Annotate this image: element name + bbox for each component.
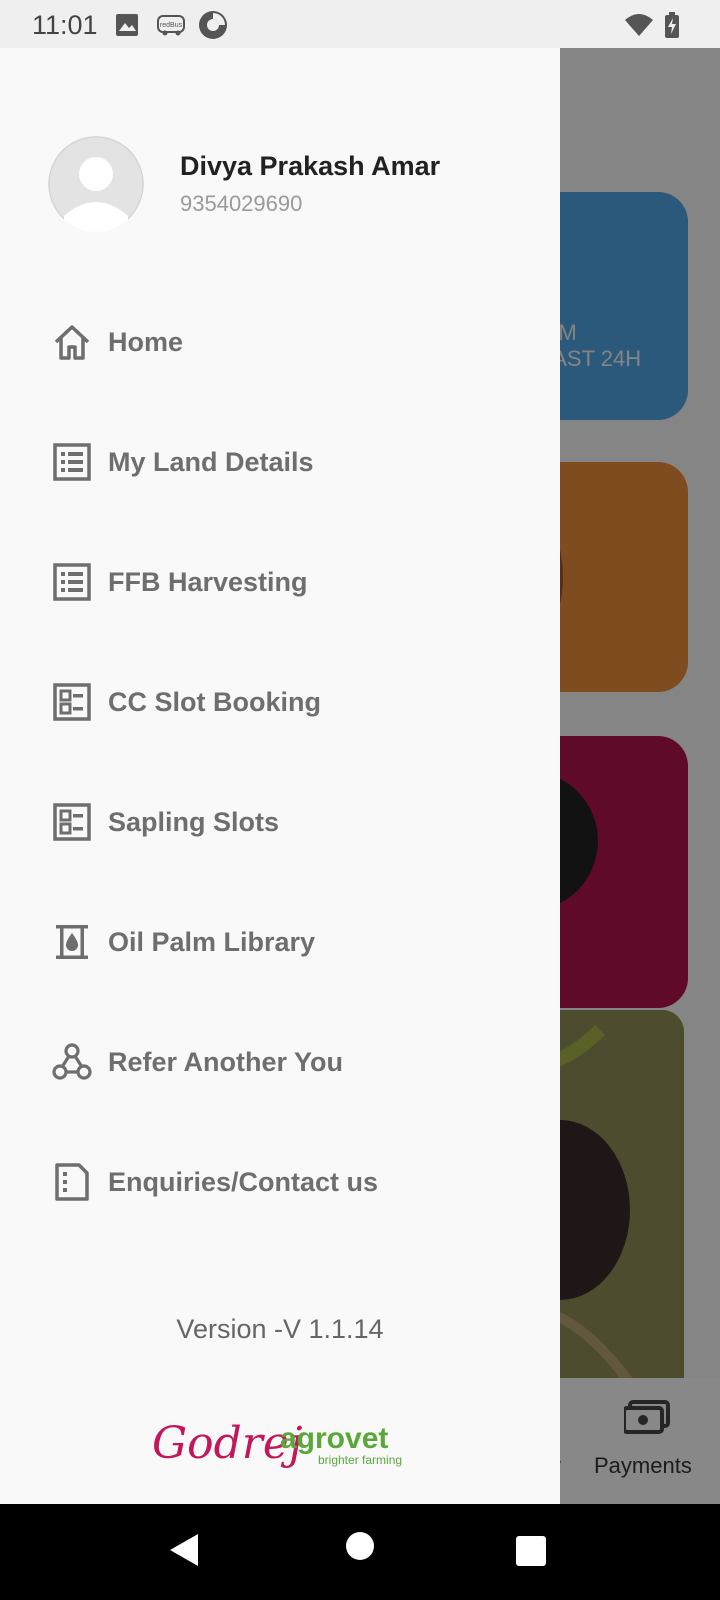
godrej-agrovet-logo: Godrej agrovet brighter farming <box>152 1418 402 1469</box>
menu-label-sapling-slots: Sapling Slots <box>108 806 280 837</box>
list-icon <box>53 563 91 601</box>
redbus-icon: redBus <box>157 15 185 36</box>
menu-label-home: Home <box>108 326 184 357</box>
system-navigation-bar <box>0 1504 720 1600</box>
menu-item-refer-another-you[interactable]: Refer Another You <box>0 1002 560 1122</box>
svg-text:brighter farming: brighter farming <box>318 1453 402 1467</box>
menu-label-oil-palm-library: Oil Palm Library <box>108 926 316 957</box>
user-phone: 9354029690 <box>180 191 303 216</box>
menu-item-ffb-harvesting[interactable]: FFB Harvesting <box>0 522 560 642</box>
recent-apps-icon[interactable] <box>516 1536 546 1566</box>
menu-label-ffb-harvesting: FFB Harvesting <box>108 566 308 597</box>
checklist-icon <box>53 683 91 721</box>
menu-label-cc-slot-booking: CC Slot Booking <box>108 686 321 717</box>
avatar[interactable] <box>48 136 144 232</box>
menu-item-sapling-slots[interactable]: Sapling Slots <box>0 762 560 882</box>
menu-item-cc-slot-booking[interactable]: CC Slot Booking <box>0 642 560 762</box>
menu-item-oil-palm-library[interactable]: Oil Palm Library <box>0 882 560 1002</box>
menu-label-my-land-details: My Land Details <box>108 446 314 477</box>
drawer-menu: Home My Land Details FFB Harvesting CC S… <box>0 282 560 1242</box>
checklist-icon <box>53 803 91 841</box>
menu-label-enquiries-contact-us: Enquiries/Contact us <box>108 1166 379 1197</box>
status-bar: 11:01 redBus <box>0 0 720 48</box>
home-icon <box>54 325 90 360</box>
share-network-icon <box>52 1043 92 1080</box>
oil-drop-icon <box>56 925 88 959</box>
wifi-icon <box>625 14 653 36</box>
battery-charging-icon <box>665 12 679 38</box>
home-circle-icon[interactable] <box>346 1532 374 1560</box>
back-icon[interactable] <box>168 1532 200 1568</box>
menu-item-home[interactable]: Home <box>0 282 560 402</box>
list-icon <box>53 443 91 481</box>
user-placeholder-icon <box>48 136 144 232</box>
user-name: Divya Prakash Amar <box>180 151 441 181</box>
menu-item-my-land-details[interactable]: My Land Details <box>0 402 560 522</box>
svg-text:redBus: redBus <box>160 22 183 29</box>
photo-icon <box>116 14 138 36</box>
menu-item-enquiries-contact-us[interactable]: Enquiries/Contact us <box>0 1122 560 1242</box>
sync-icon <box>199 11 227 39</box>
navigation-drawer: Divya Prakash Amar 9354029690 Home My La… <box>0 48 560 1504</box>
svg-text:agrovet: agrovet <box>280 1422 388 1455</box>
menu-label-refer-another-you: Refer Another You <box>108 1046 344 1077</box>
app-version: Version -V 1.1.14 <box>176 1314 384 1344</box>
status-time: 11:01 <box>32 10 98 40</box>
document-icon <box>55 1163 89 1201</box>
